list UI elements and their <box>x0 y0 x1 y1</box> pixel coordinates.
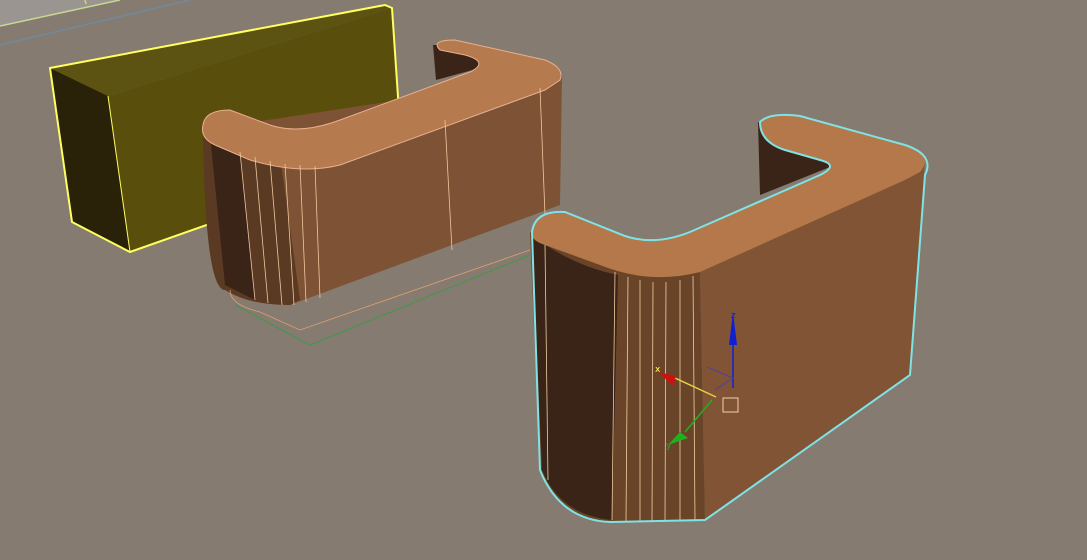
selected-c-shape-object[interactable] <box>530 113 929 524</box>
3d-viewport[interactable]: z x y <box>0 0 1087 560</box>
viewport-canvas[interactable]: z x y <box>0 0 1087 560</box>
x-axis-label: x <box>655 365 661 375</box>
z-axis-label: z <box>731 311 736 321</box>
y-axis-label: y <box>666 441 672 451</box>
grid-line-yellow <box>84 0 87 5</box>
